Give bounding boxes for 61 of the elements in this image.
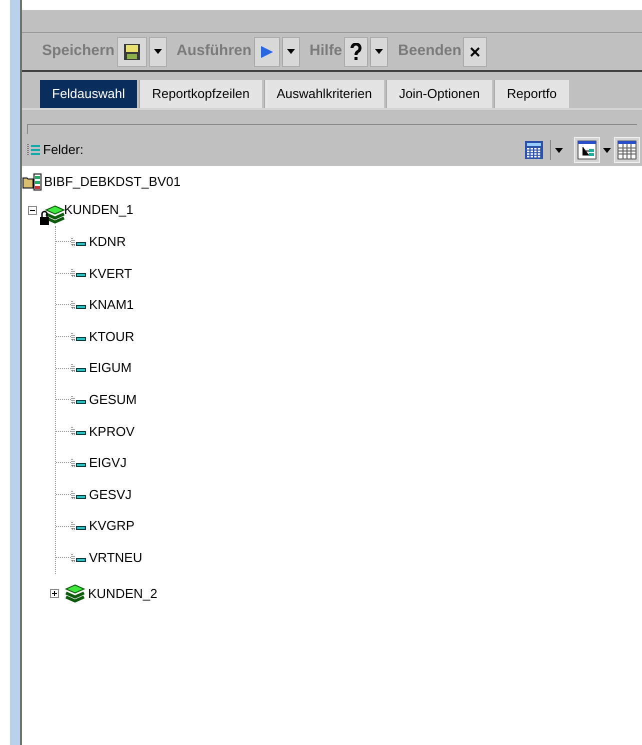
tree-item[interactable]: EIGUM [89, 358, 132, 378]
fields-label: Felder: [43, 141, 84, 160]
field-icon [71, 490, 87, 500]
field-icon [71, 552, 87, 563]
toolbar-label: Speichern [42, 41, 115, 62]
tab[interactable]: Reportkopfzeilen [139, 80, 262, 108]
tree-item[interactable]: KNAM1 [89, 295, 134, 315]
caret-icon [554, 148, 562, 152]
tree-item[interactable]: KVGRP [89, 516, 135, 536]
dropdown-button[interactable] [148, 36, 167, 66]
tab[interactable]: Feldauswahl [40, 80, 137, 108]
tree-item[interactable]: EIGVJ [89, 453, 127, 473]
field-icon [71, 332, 87, 342]
tree-item[interactable]: KUNDEN_1 [64, 200, 134, 220]
tab[interactable]: Join-Optionen [386, 80, 492, 108]
tree-item[interactable]: GESVJ [89, 484, 132, 504]
list-icon [27, 143, 41, 157]
tree-item[interactable]: KUNDEN_2 [88, 584, 158, 604]
field-icon [71, 300, 87, 310]
tree-item[interactable]: KDNR [89, 232, 126, 252]
tree-item[interactable]: BIBF_DEBKDST_BV01 [44, 172, 181, 192]
collapse-icon[interactable] [28, 206, 37, 214]
tree-item[interactable]: KTOUR [89, 326, 134, 346]
tab[interactable]: Reportfo [494, 80, 569, 108]
field-icon [71, 394, 87, 405]
field-icon [71, 426, 87, 436]
tree-view-icon [577, 140, 597, 160]
dropdown-button[interactable] [370, 36, 388, 66]
tree-view-button[interactable] [574, 137, 600, 163]
tree-item[interactable]: GESUM [89, 390, 137, 410]
toolbar-button[interactable] [116, 36, 147, 66]
field-icon [71, 268, 87, 278]
tree-item[interactable]: KVERT [89, 264, 132, 284]
tree-item[interactable]: KPROV [89, 422, 135, 442]
toolbar-label: Beenden [398, 41, 462, 62]
dropdown-button[interactable] [550, 140, 566, 160]
question-mark-icon [350, 42, 362, 60]
calculator-button[interactable] [522, 138, 546, 162]
toolbar-button[interactable] [344, 36, 368, 66]
toolbar-label: Ausführen [176, 41, 252, 62]
caret-icon [154, 49, 162, 54]
tree-item[interactable]: VRTNEU [89, 548, 142, 568]
play-icon [260, 44, 274, 58]
table-view-button[interactable] [614, 137, 640, 163]
field-icon [71, 363, 87, 374]
dropdown-button[interactable] [282, 36, 300, 66]
table-icon [617, 140, 637, 160]
locked-stack-icon [39, 204, 65, 226]
toolbar-button[interactable] [463, 36, 488, 66]
caret-icon [603, 148, 611, 152]
field-icon [71, 521, 87, 532]
caret-icon [286, 49, 295, 54]
caret-icon [375, 49, 384, 54]
stack-icon [65, 582, 85, 605]
tab[interactable]: Auswahlkriterien [264, 80, 384, 108]
calculator-icon [524, 140, 544, 160]
expand-icon[interactable] [50, 589, 59, 598]
field-icon [71, 458, 87, 468]
toolbar-label: Hilfe [310, 41, 342, 62]
field-icon [71, 236, 87, 247]
close-icon [469, 46, 482, 58]
